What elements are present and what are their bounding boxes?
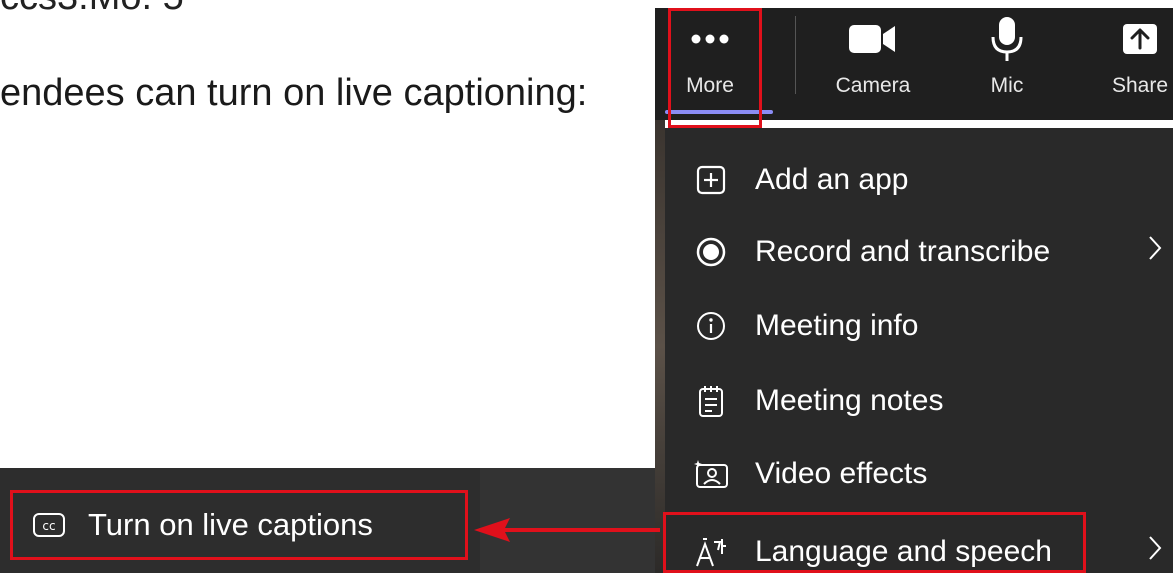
chevron-right-icon <box>1147 234 1163 270</box>
record-icon <box>689 236 733 268</box>
active-tab-indicator <box>665 110 773 114</box>
turn-on-captions-label: Turn on live captions <box>88 507 373 542</box>
more-button[interactable]: More <box>663 8 773 120</box>
chevron-right-icon <box>1147 534 1163 570</box>
document-sentence: endees can turn on live captioning: <box>0 72 588 114</box>
toolbar-divider <box>795 16 796 94</box>
menu-item-add-app[interactable]: Add an app <box>665 144 1173 216</box>
info-icon <box>689 310 733 342</box>
menu-item-language-speech[interactable]: Language and speech <box>665 516 1173 588</box>
more-menu: Add an app Record and transcribe Meeting… <box>665 128 1173 573</box>
mic-button[interactable]: Mic <box>955 8 1059 120</box>
captions-bar-shade <box>480 468 655 573</box>
menu-item-label: Meeting info <box>755 309 919 342</box>
share-icon <box>1121 16 1159 62</box>
menu-item-label: Language and speech <box>755 535 1052 568</box>
menu-item-record-transcribe[interactable]: Record and transcribe <box>665 216 1173 288</box>
more-label: More <box>686 74 734 97</box>
language-icon <box>689 536 733 568</box>
turn-on-captions-button[interactable]: cc Turn on live captions <box>10 490 468 560</box>
menu-item-meeting-notes[interactable]: Meeting notes <box>665 365 1173 437</box>
camera-label: Camera <box>835 74 911 97</box>
video-background-strip <box>655 120 665 573</box>
menu-item-meeting-info[interactable]: Meeting info <box>665 290 1173 362</box>
document-heading-fragment: ccs3.Mo. 5 <box>0 0 184 19</box>
camera-icon <box>848 16 898 62</box>
svg-text:cc: cc <box>42 519 55 533</box>
more-icon <box>690 16 730 62</box>
menu-item-label: Meeting notes <box>755 384 944 417</box>
share-label: Share <box>1111 74 1169 97</box>
menu-item-video-effects[interactable]: Video effects <box>665 438 1173 510</box>
camera-button[interactable]: Camera <box>823 8 923 120</box>
menu-item-label: Record and transcribe <box>755 235 1051 268</box>
captions-bar: cc Turn on live captions <box>0 468 655 573</box>
share-button[interactable]: Share <box>1095 8 1173 120</box>
mic-label: Mic <box>990 74 1024 97</box>
menu-item-label: Add an app <box>755 163 909 196</box>
add-app-icon <box>689 165 733 195</box>
meeting-toolbar: More Camera Mic Share <box>655 8 1173 120</box>
video-effects-icon <box>689 459 733 489</box>
menu-item-label: Video effects <box>755 457 928 490</box>
mic-icon <box>989 16 1025 62</box>
notes-icon <box>689 384 733 418</box>
cc-icon: cc <box>32 512 66 538</box>
